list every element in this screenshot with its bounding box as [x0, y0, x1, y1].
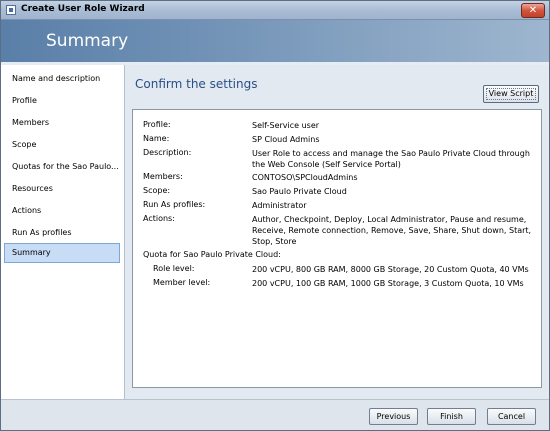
summary-value: SP Cloud Admins: [252, 135, 320, 144]
wizard-header: Summary: [1, 20, 549, 62]
close-button[interactable]: ✕: [521, 3, 545, 18]
view-script-button[interactable]: View Script: [483, 85, 539, 103]
summary-label: Profile:: [143, 120, 171, 129]
main-content: Confirm the settings View Script Profile…: [125, 65, 549, 399]
page-title: Summary: [46, 31, 129, 51]
summary-value: 200 vCPU, 800 GB RAM, 8000 GB Storage, 2…: [252, 265, 529, 274]
nav-item-name-and-description[interactable]: Name and description: [4, 69, 120, 89]
nav-item-members[interactable]: Members: [4, 113, 120, 133]
nav-item-scope[interactable]: Scope: [4, 135, 120, 155]
settings-summary-panel: Profile: Self-Service user Name: SP Clou…: [132, 109, 542, 388]
summary-value: Author, Checkpoint, Deploy, Local Admini…: [252, 215, 532, 246]
cancel-button[interactable]: Cancel: [487, 408, 536, 425]
summary-label: Actions:: [143, 214, 175, 223]
summary-label: Name:: [143, 134, 170, 143]
title-bar[interactable]: Create User Role Wizard ✕: [1, 1, 549, 20]
summary-label: Role level:: [153, 264, 195, 273]
summary-label: Description:: [143, 148, 192, 157]
nav-item-summary[interactable]: Summary: [4, 243, 120, 263]
nav-item-profile[interactable]: Profile: [4, 91, 120, 111]
nav-item-quotas[interactable]: Quotas for the Sao Paulo...: [4, 157, 120, 177]
summary-value: Administrator: [252, 201, 307, 210]
wizard-nav: Name and description Profile Members Sco…: [1, 65, 125, 399]
finish-button[interactable]: Finish: [427, 408, 476, 425]
wizard-window: Create User Role Wizard ✕ Summary Name a…: [0, 0, 550, 431]
summary-value: Self-Service user: [252, 121, 320, 130]
wizard-footer: Previous Finish Cancel: [1, 399, 549, 430]
nav-item-run-as-profiles[interactable]: Run As profiles: [4, 223, 120, 243]
summary-label: Quota for Sao Paulo Private Cloud:: [143, 250, 281, 259]
summary-label: Member level:: [153, 278, 211, 287]
summary-value: Sao Paulo Private Cloud: [252, 187, 347, 196]
summary-label: Run As profiles:: [143, 200, 206, 209]
nav-item-resources[interactable]: Resources: [4, 179, 120, 199]
summary-value: User Role to access and manage the Sao P…: [252, 149, 530, 169]
summary-value: 200 vCPU, 100 GB RAM, 1000 GB Storage, 3…: [252, 279, 524, 288]
window-title: Create User Role Wizard: [21, 4, 145, 14]
previous-button[interactable]: Previous: [369, 408, 418, 425]
summary-label: Members:: [143, 172, 183, 181]
app-icon: [6, 5, 16, 15]
section-title: Confirm the settings: [135, 77, 258, 91]
summary-value: CONTOSO\SPCloudAdmins: [252, 173, 358, 182]
nav-item-actions[interactable]: Actions: [4, 201, 120, 221]
summary-label: Scope:: [143, 186, 171, 195]
